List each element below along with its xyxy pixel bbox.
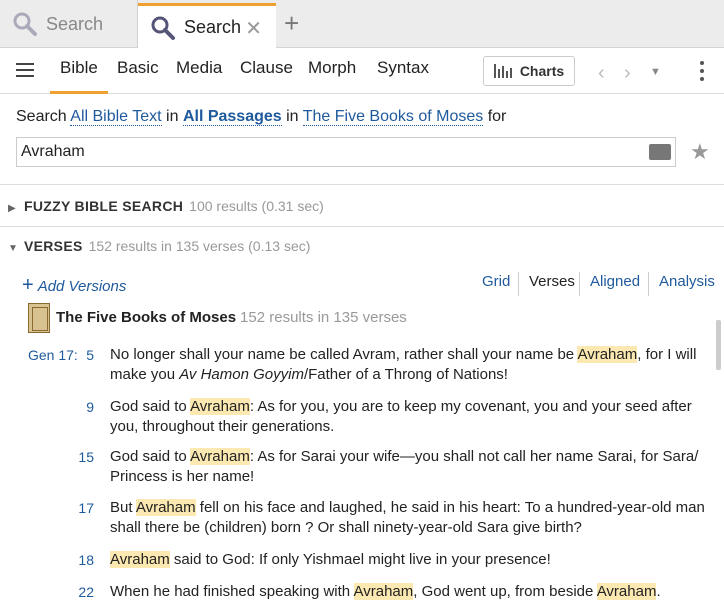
tab-search-active[interactable]: Search ✕: [138, 3, 276, 49]
charts-button[interactable]: Charts: [483, 56, 575, 86]
search-scope-line: Search All Bible Text in All Passages in…: [16, 108, 506, 126]
verse-fragment: said to God: If only Yishmael might live…: [169, 551, 551, 568]
book-title[interactable]: The Five Books of Moses 152 results in 13…: [56, 309, 407, 326]
chevron-right-icon[interactable]: ›: [624, 62, 631, 85]
italic-text: Av Hamon Goyyim: [179, 366, 304, 383]
menu-icon[interactable]: [16, 63, 34, 77]
verse-number[interactable]: 5: [70, 347, 94, 363]
tab-label: Search: [184, 17, 242, 37]
search-hit: Avraham: [353, 583, 414, 600]
search-hit: Avraham: [135, 499, 196, 516]
verse-number[interactable]: 22: [70, 584, 94, 600]
verse-fragment: When he had finished speaking with: [110, 583, 354, 600]
tab-bible[interactable]: Bible: [50, 48, 108, 94]
verse-fragment: fell on his face and laughed, he said in…: [110, 499, 705, 536]
search-toolbar: Bible Basic Media Clause Morph Syntax Ch…: [0, 48, 724, 94]
charts-label: Charts: [519, 63, 565, 79]
search-input[interactable]: Avraham: [16, 137, 676, 167]
book-name: The Five Books of Moses: [56, 309, 237, 326]
verse-number[interactable]: 18: [70, 552, 94, 568]
tab-morph[interactable]: Morph: [308, 48, 356, 94]
star-icon[interactable]: ★: [690, 139, 710, 165]
search-hit: Avraham: [577, 346, 638, 363]
verse-text: When he had finished speaking with Avrah…: [110, 582, 710, 602]
section-title: FUZZY BIBLE SEARCH: [24, 198, 184, 214]
view-verses[interactable]: Verses: [518, 272, 585, 296]
verse-number[interactable]: 15: [70, 449, 94, 465]
tab-media[interactable]: Media: [176, 48, 222, 94]
view-analysis[interactable]: Analysis: [648, 272, 724, 296]
search-icon: [151, 16, 175, 40]
verses-section-header[interactable]: ▼ VERSES 152 results in 135 verses (0.13 s…: [8, 238, 310, 254]
keyboard-icon[interactable]: [649, 144, 671, 160]
close-icon[interactable]: ✕: [245, 16, 262, 41]
book-cover-icon: [28, 303, 50, 333]
plus-icon: +: [22, 274, 34, 296]
more-options-icon[interactable]: [700, 61, 704, 85]
bar-chart-icon: [493, 64, 512, 78]
search-icon: [13, 12, 37, 36]
section-meta: 152 results in 135 verses (0.13 sec): [88, 238, 311, 254]
verse-text: No longer shall your name be called Avra…: [110, 345, 710, 385]
search-hit: Avraham: [110, 551, 170, 568]
verse-fragment: God said to: [110, 448, 191, 465]
verse-fragment: /Father of a Throng of Nations!: [303, 366, 508, 383]
for-text: for: [487, 108, 507, 125]
search-hit: Avraham: [596, 583, 657, 600]
tab-syntax[interactable]: Syntax: [377, 48, 429, 94]
verse-fragment: No longer shall your name be called Avra…: [110, 346, 578, 363]
book-meta: 152 results in 135 verses: [240, 309, 407, 326]
tab-bar: Search Search ✕ +: [0, 0, 724, 49]
scope-link[interactable]: All Bible Text: [70, 108, 162, 126]
chevron-down-icon[interactable]: ▼: [650, 66, 661, 78]
fuzzy-search-section-header[interactable]: ▶ FUZZY BIBLE SEARCH 100 results (0.31 sec…: [8, 198, 324, 214]
scrollbar[interactable]: [716, 320, 721, 370]
expand-triangle-icon: ▶: [8, 203, 16, 214]
section-meta: 100 results (0.31 sec): [189, 198, 324, 214]
collection-link[interactable]: The Five Books of Moses: [302, 108, 484, 126]
verse-text: God said to Avraham: As for you, you are…: [110, 397, 710, 437]
search-input-value: Avraham: [21, 143, 85, 160]
tab-basic[interactable]: Basic: [117, 48, 159, 94]
verse-fragment: .: [656, 583, 661, 600]
verse-text: But Avraham fell on his face and laughed…: [110, 498, 710, 538]
tab-search-inactive[interactable]: Search: [0, 0, 138, 48]
search-prefix: Search: [16, 108, 67, 125]
collapse-triangle-icon: ▼: [8, 243, 19, 254]
add-tab-button[interactable]: +: [284, 8, 299, 39]
verse-fragment: But: [110, 499, 136, 516]
verse-fragment: God said to: [110, 398, 191, 415]
chevron-left-icon[interactable]: ‹: [598, 62, 605, 85]
verse-number[interactable]: 17: [70, 500, 94, 516]
divider: [0, 184, 724, 185]
passages-link[interactable]: All Passages: [182, 108, 282, 126]
verse-text: God said to Avraham: As for Sarai your w…: [110, 447, 710, 487]
in-text: in: [166, 108, 179, 125]
tab-clause[interactable]: Clause: [240, 48, 293, 94]
verse-text: Avraham said to God: If only Yishmael mi…: [110, 550, 710, 570]
verse-fragment: , God went up, from beside: [413, 583, 597, 600]
tab-label: Search: [46, 13, 104, 34]
in-text: in: [286, 108, 299, 125]
verse-number[interactable]: 9: [70, 399, 94, 415]
view-grid[interactable]: Grid: [472, 272, 520, 296]
view-aligned[interactable]: Aligned: [579, 272, 650, 296]
search-hit: Avraham: [190, 398, 250, 415]
add-versions-link[interactable]: + Add Versions: [22, 274, 126, 297]
section-title: VERSES: [24, 238, 83, 254]
search-hit: Avraham: [190, 448, 250, 465]
divider: [0, 226, 724, 227]
add-versions-label: Add Versions: [37, 278, 127, 295]
